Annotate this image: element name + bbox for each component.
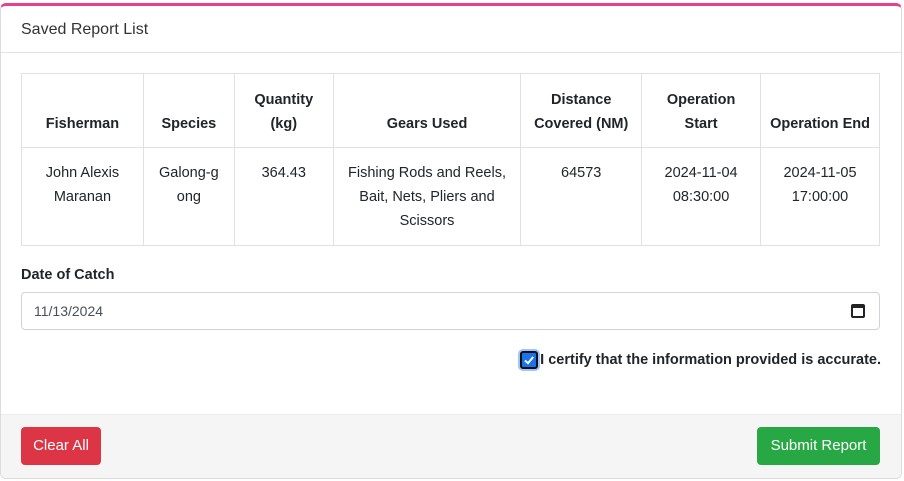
certify-checkbox[interactable] — [520, 351, 539, 369]
submit-report-button[interactable]: Submit Report — [757, 427, 880, 465]
column-header-fisherman: Fisherman — [21, 73, 144, 148]
report-table: Fisherman Species Quantity (kg) Gears Us… — [21, 73, 880, 246]
cell-quantity: 364.43 — [233, 147, 334, 246]
card-footer: Clear All Submit Report — [1, 414, 901, 478]
cell-operation-end: 2024-11-05 17:00:00 — [760, 147, 880, 246]
clear-all-button[interactable]: Clear All — [21, 427, 101, 465]
saved-report-card: Saved Report List Fisherman Species Quan… — [0, 3, 902, 479]
date-of-catch-input[interactable]: 11/13/2024 — [21, 292, 880, 330]
cell-species: Galong-gong — [142, 147, 235, 246]
checkmark-icon — [524, 356, 535, 365]
cell-distance: 64573 — [520, 147, 643, 246]
table-header-row: Fisherman Species Quantity (kg) Gears Us… — [21, 73, 880, 148]
card-body: Fisherman Species Quantity (kg) Gears Us… — [1, 53, 901, 372]
cell-fisherman: John Alexis Maranan — [21, 147, 144, 246]
column-header-operation-start: Operation Start — [641, 73, 762, 148]
column-header-operation-end: Operation End — [760, 73, 880, 148]
column-header-species: Species — [142, 73, 235, 148]
table-row: John Alexis Maranan Galong-gong 364.43 F… — [21, 147, 880, 246]
column-header-quantity: Quantity (kg) — [233, 73, 334, 148]
column-header-gears: Gears Used — [332, 73, 522, 148]
date-value: 11/13/2024 — [34, 303, 104, 319]
column-header-distance: Distance Covered (NM) — [520, 73, 643, 148]
calendar-icon[interactable] — [851, 304, 865, 318]
cell-gears: Fishing Rods and Reels, Bait, Nets, Plie… — [332, 147, 522, 246]
cell-operation-start: 2024-11-04 08:30:00 — [641, 147, 762, 246]
certify-row: I certify that the information provided … — [21, 348, 881, 372]
certify-label[interactable]: I certify that the information provided … — [540, 352, 881, 368]
card-title: Saved Report List — [1, 6, 901, 53]
date-of-catch-label: Date of Catch — [21, 267, 115, 283]
